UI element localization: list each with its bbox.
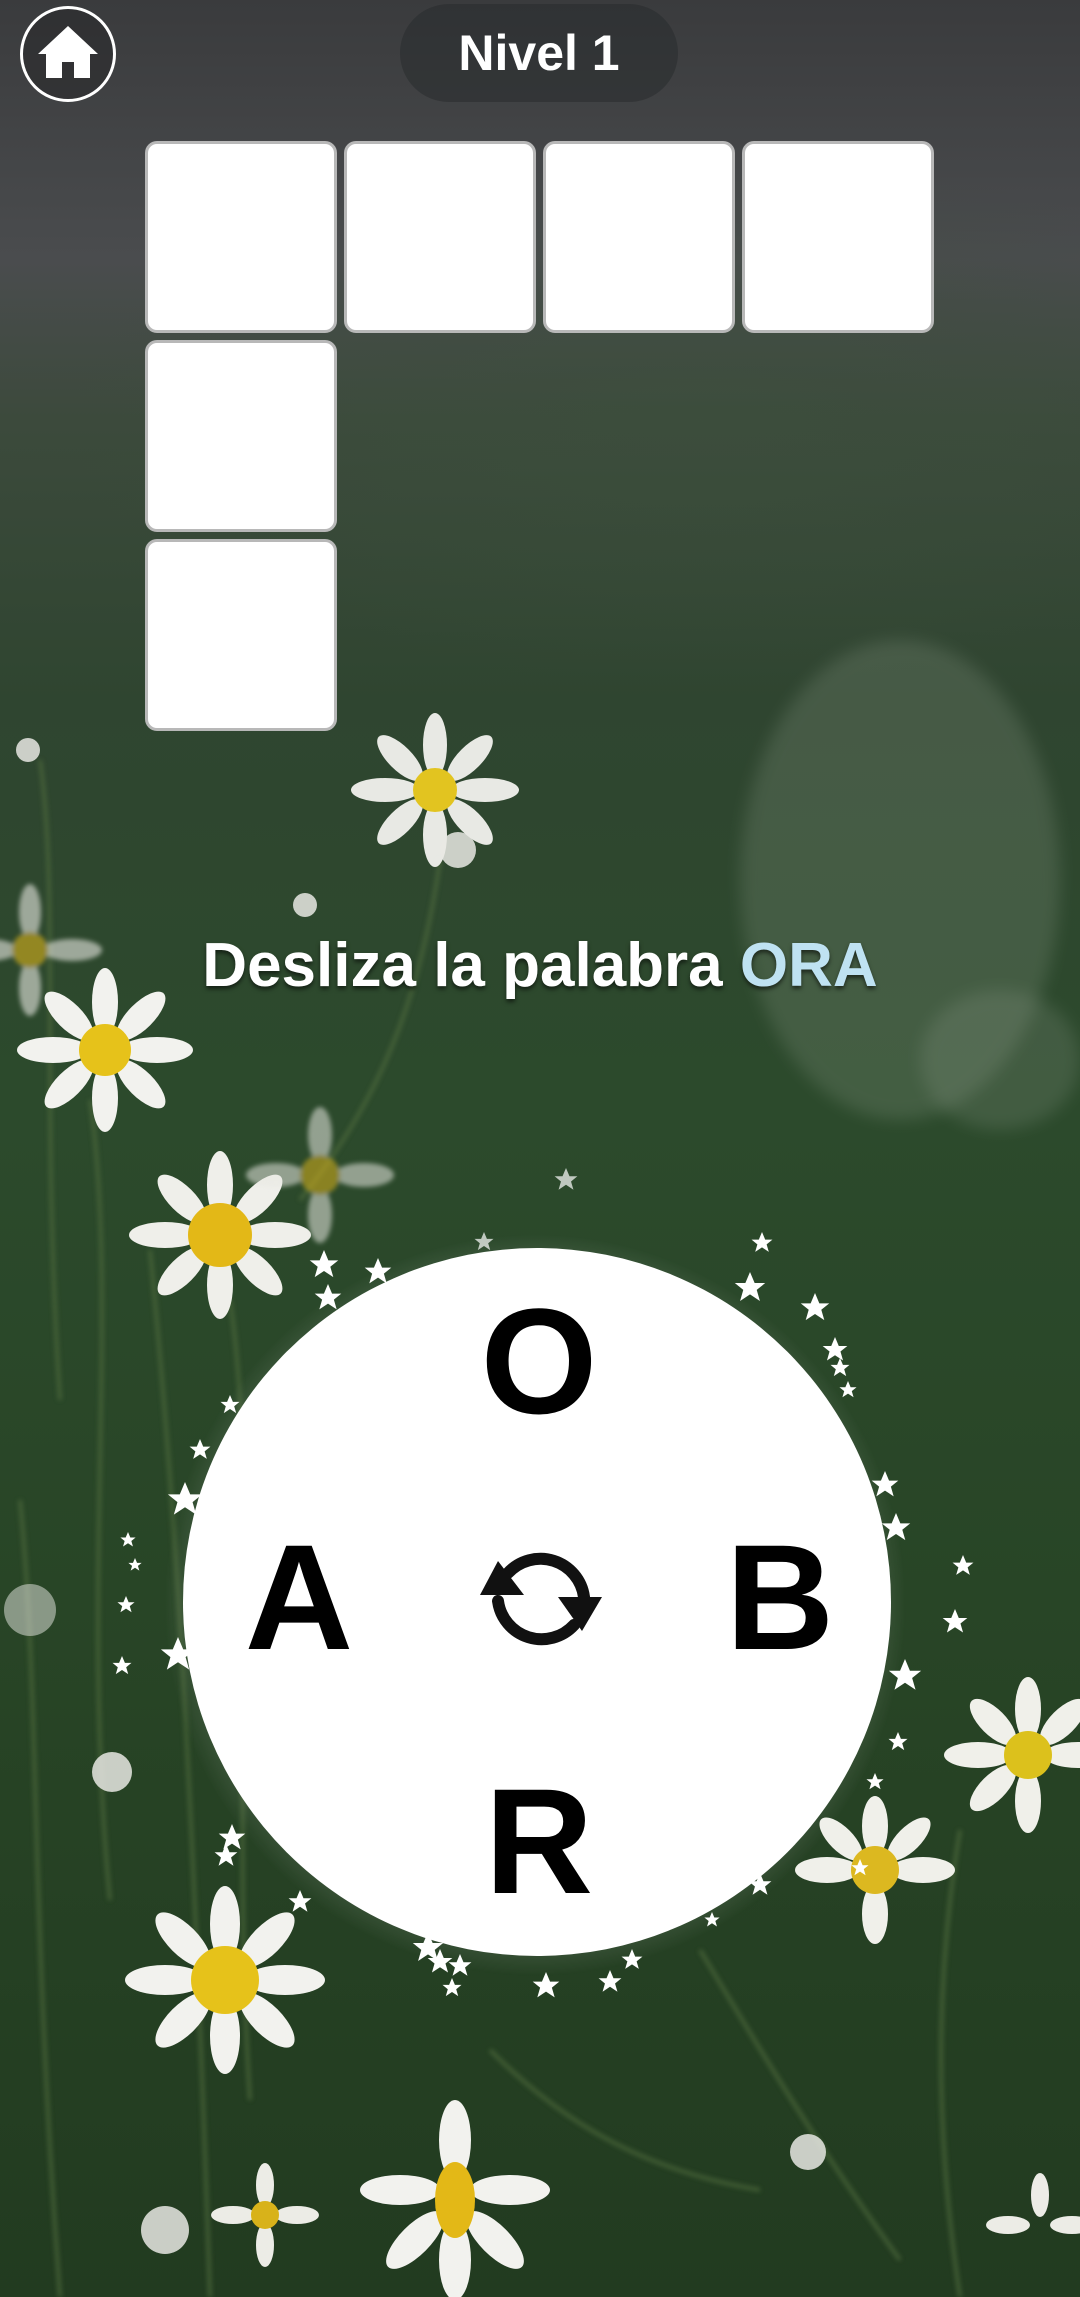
- hint-word: ORA: [739, 931, 878, 1000]
- home-button[interactable]: [20, 6, 116, 102]
- board-tile: [543, 141, 735, 333]
- board-tile: [145, 539, 337, 731]
- level-indicator: Nivel 1: [400, 4, 678, 102]
- board-tile: [742, 141, 934, 333]
- board-tile: [344, 141, 536, 333]
- shuffle-icon: [466, 1539, 616, 1664]
- letter-o[interactable]: O: [464, 1277, 614, 1445]
- letter-r[interactable]: R: [464, 1757, 614, 1925]
- hint-text: Desliza la palabra ORA: [0, 930, 1080, 1001]
- home-icon: [36, 22, 100, 87]
- hint-prefix: Desliza la palabra: [202, 931, 723, 1000]
- board-tile: [145, 340, 337, 532]
- shuffle-button[interactable]: [466, 1536, 616, 1666]
- letter-a[interactable]: A: [224, 1513, 374, 1681]
- board-tile: [145, 141, 337, 333]
- letter-b[interactable]: B: [705, 1513, 855, 1681]
- level-label: Nivel 1: [458, 25, 620, 81]
